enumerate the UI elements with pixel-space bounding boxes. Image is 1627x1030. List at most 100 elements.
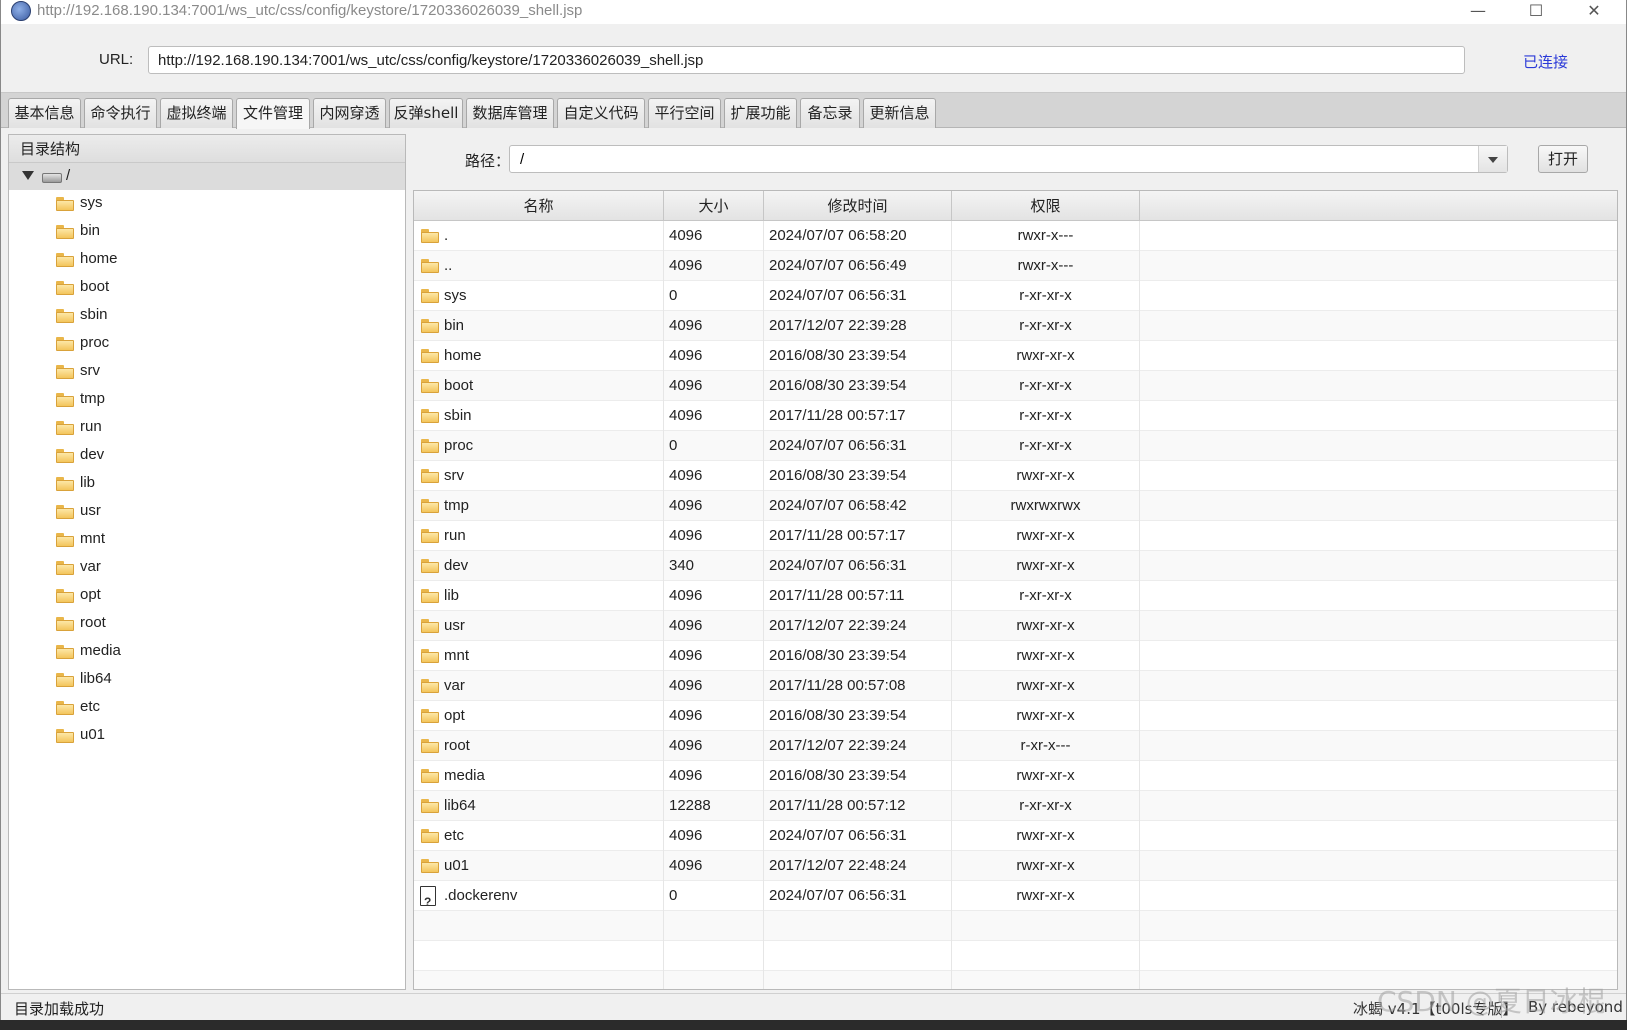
tab-custom-code[interactable]: 自定义代码	[557, 98, 645, 128]
table-row[interactable]: srv 4096 2016/08/30 23:39:54 rwxr-xr-x	[414, 461, 1617, 491]
empty-cell	[664, 971, 764, 989]
tree-item-label: mnt	[80, 530, 106, 547]
tab-intranet-tunnel[interactable]: 内网穿透	[313, 98, 386, 128]
tree-item-label: media	[80, 642, 121, 659]
table-row[interactable]: proc 0 2024/07/07 06:56:31 r-xr-xr-x	[414, 431, 1617, 461]
tab-command-exec[interactable]: 命令执行	[84, 98, 157, 128]
tree-item[interactable]: mnt	[9, 526, 405, 554]
cell-mtime: 2016/08/30 23:39:54	[764, 371, 952, 401]
tree-item-label: lib64	[80, 670, 112, 687]
tree-item[interactable]: etc	[9, 694, 405, 722]
path-combobox[interactable]	[509, 145, 1508, 173]
cell-filler	[1140, 791, 1617, 821]
folder-icon	[56, 477, 74, 491]
path-label: 路径：	[465, 152, 511, 170]
table-row[interactable]: etc 4096 2024/07/07 06:56:31 rwxr-xr-x	[414, 821, 1617, 851]
tree-item[interactable]: bin	[9, 218, 405, 246]
tab-update-info[interactable]: 更新信息	[863, 98, 936, 128]
table-row[interactable]: lib 4096 2017/11/28 00:57:11 r-xr-xr-x	[414, 581, 1617, 611]
folder-icon	[421, 589, 439, 603]
table-row[interactable]: var 4096 2017/11/28 00:57:08 rwxr-xr-x	[414, 671, 1617, 701]
table-row[interactable]: root 4096 2017/12/07 22:39:24 r-xr-x---	[414, 731, 1617, 761]
tree-item[interactable]: var	[9, 554, 405, 582]
tree-item[interactable]: sys	[9, 190, 405, 218]
tab-file-manager[interactable]: 文件管理	[236, 98, 310, 129]
cell-name: boot	[414, 371, 664, 401]
cell-name: tmp	[414, 491, 664, 521]
tab-reverse-shell[interactable]: 反弹shell	[389, 98, 463, 128]
cell-size: 0	[664, 431, 764, 461]
maximize-button[interactable]: ☐	[1513, 0, 1559, 24]
folder-icon	[421, 259, 439, 273]
tree-root-node[interactable]: /	[9, 163, 405, 190]
url-input[interactable]	[148, 46, 1465, 74]
column-header-size[interactable]: 大小	[664, 191, 764, 221]
table-row[interactable]: .dockerenv 02024/07/07 06:56:31rwxr-xr-x	[414, 881, 1617, 911]
close-button[interactable]: ✕	[1571, 0, 1617, 24]
folder-icon	[421, 409, 439, 423]
cell-perm: rwxr-xr-x	[952, 851, 1140, 881]
folder-icon	[421, 799, 439, 813]
table-row[interactable]: dev 340 2024/07/07 06:56:31 rwxr-xr-x	[414, 551, 1617, 581]
tree-item[interactable]: opt	[9, 582, 405, 610]
tree-item[interactable]: dev	[9, 442, 405, 470]
table-row[interactable]: boot 4096 2016/08/30 23:39:54 r-xr-xr-x	[414, 371, 1617, 401]
tree-item[interactable]: u01	[9, 722, 405, 750]
folder-icon	[421, 439, 439, 453]
minimize-button[interactable]: —	[1455, 0, 1501, 24]
table-row[interactable]: opt 4096 2016/08/30 23:39:54 rwxr-xr-x	[414, 701, 1617, 731]
empty-row	[414, 911, 1617, 941]
table-row[interactable]: home 4096 2016/08/30 23:39:54 rwxr-xr-x	[414, 341, 1617, 371]
column-header-permission[interactable]: 权限	[952, 191, 1140, 221]
table-row[interactable]: mnt 4096 2016/08/30 23:39:54 rwxr-xr-x	[414, 641, 1617, 671]
table-row[interactable]: tmp 4096 2024/07/07 06:58:42 rwxrwxrwx	[414, 491, 1617, 521]
table-row[interactable]: usr 4096 2017/12/07 22:39:24 rwxr-xr-x	[414, 611, 1617, 641]
drive-icon	[42, 173, 62, 183]
table-row[interactable]: run 4096 2017/11/28 00:57:17 rwxr-xr-x	[414, 521, 1617, 551]
tab-virtual-terminal[interactable]: 虚拟终端	[160, 98, 233, 128]
table-row[interactable]: u01 4096 2017/12/07 22:48:24 rwxr-xr-x	[414, 851, 1617, 881]
table-row[interactable]: .. 4096 2024/07/07 06:56:49 rwxr-x---	[414, 251, 1617, 281]
cell-name: sbin	[414, 401, 664, 431]
cell-perm: r-xr-xr-x	[952, 431, 1140, 461]
tree-item[interactable]: tmp	[9, 386, 405, 414]
file-name: media	[444, 767, 485, 784]
cell-name: var	[414, 671, 664, 701]
cell-filler	[1140, 491, 1617, 521]
column-header-mtime[interactable]: 修改时间	[764, 191, 952, 221]
tree-item[interactable]: root	[9, 610, 405, 638]
tab-extensions[interactable]: 扩展功能	[724, 98, 797, 128]
column-header-name[interactable]: 名称	[414, 191, 664, 221]
tree-item[interactable]: lib	[9, 470, 405, 498]
tree-item[interactable]: proc	[9, 330, 405, 358]
table-row[interactable]: sbin 4096 2017/11/28 00:57:17 r-xr-xr-x	[414, 401, 1617, 431]
tree-item[interactable]: usr	[9, 498, 405, 526]
tree-item-label: opt	[80, 586, 101, 603]
folder-icon	[421, 499, 439, 513]
table-row[interactable]: media 4096 2016/08/30 23:39:54 rwxr-xr-x	[414, 761, 1617, 791]
table-row[interactable]: sys 0 2024/07/07 06:56:31 r-xr-xr-x	[414, 281, 1617, 311]
tree-item[interactable]: srv	[9, 358, 405, 386]
table-row[interactable]: lib64 12288 2017/11/28 00:57:12 r-xr-xr-x	[414, 791, 1617, 821]
tab-memo[interactable]: 备忘录	[800, 98, 860, 128]
status-message: 目录加载成功	[14, 1000, 105, 1018]
path-dropdown-button[interactable]	[1478, 146, 1507, 172]
tree-item[interactable]: sbin	[9, 302, 405, 330]
cell-size: 340	[664, 551, 764, 581]
expand-arrow-icon[interactable]	[22, 171, 34, 180]
empty-cell	[414, 941, 664, 971]
open-button[interactable]: 打开	[1538, 145, 1588, 173]
cell-name: dev	[414, 551, 664, 581]
tab-database[interactable]: 数据库管理	[466, 98, 554, 128]
table-row[interactable]: . 4096 2024/07/07 06:58:20 rwxr-x---	[414, 221, 1617, 251]
tree-item[interactable]: media	[9, 638, 405, 666]
tree-item[interactable]: boot	[9, 274, 405, 302]
tab-parallel-space[interactable]: 平行空间	[648, 98, 721, 128]
tab-basic-info[interactable]: 基本信息	[8, 98, 81, 128]
table-header: 名称 大小 修改时间 权限	[414, 191, 1617, 221]
path-input[interactable]	[510, 146, 1477, 172]
tree-item[interactable]: lib64	[9, 666, 405, 694]
tree-item[interactable]: home	[9, 246, 405, 274]
table-row[interactable]: bin 4096 2017/12/07 22:39:28 r-xr-xr-x	[414, 311, 1617, 341]
tree-item[interactable]: run	[9, 414, 405, 442]
